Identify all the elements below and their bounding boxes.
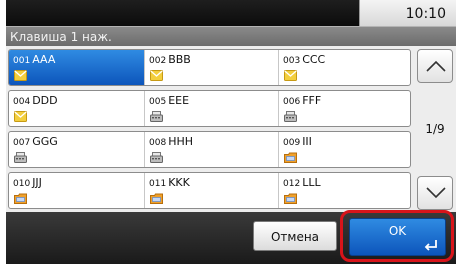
destination-name: CCC bbox=[302, 53, 326, 66]
page-title: Клавиша 1 наж. bbox=[10, 30, 112, 44]
destination-key[interactable]: 011 KKK bbox=[145, 173, 279, 208]
destination-number: 010 bbox=[13, 179, 31, 189]
chevron-down-icon bbox=[426, 187, 446, 199]
fax-icon bbox=[284, 111, 297, 122]
destination-label: 002 BBB bbox=[149, 53, 191, 66]
destination-label: 006 FFF bbox=[283, 94, 321, 107]
folder-icon bbox=[284, 152, 297, 163]
destination-key[interactable]: 009 III bbox=[279, 132, 410, 167]
destination-label: 001 AAA bbox=[13, 53, 55, 66]
destination-key[interactable]: 010 JJJ bbox=[9, 173, 145, 208]
destination-label: 003 CCC bbox=[283, 53, 325, 66]
destination-label: 009 III bbox=[283, 135, 312, 148]
title-bar: Клавиша 1 наж. bbox=[6, 26, 456, 47]
scroll-down-button[interactable] bbox=[417, 176, 453, 210]
ok-button[interactable]: OK bbox=[349, 218, 446, 256]
destination-name: KKK bbox=[168, 176, 190, 189]
destination-key[interactable]: 007 GGG bbox=[9, 132, 145, 167]
destination-label: 005 EEE bbox=[149, 94, 189, 107]
destination-number: 002 bbox=[149, 56, 167, 66]
scroll-up-button[interactable] bbox=[417, 49, 453, 83]
destination-key[interactable]: 001 AAA bbox=[9, 50, 145, 85]
destination-key[interactable]: 006 FFF bbox=[279, 91, 410, 126]
ok-label: OK bbox=[388, 224, 407, 238]
enter-icon bbox=[424, 240, 437, 251]
email-icon bbox=[150, 70, 163, 81]
destination-name: JJJ bbox=[32, 176, 42, 189]
destination-number: 012 bbox=[283, 179, 301, 189]
chevron-up-icon bbox=[426, 60, 446, 72]
destination-number: 005 bbox=[149, 97, 167, 107]
status-bar: 10:10 bbox=[6, 0, 456, 26]
cancel-button[interactable]: Отмена bbox=[253, 221, 337, 251]
destination-number: 001 bbox=[13, 56, 31, 66]
destination-key[interactable]: 002 BBB bbox=[145, 50, 279, 85]
destination-name: AAA bbox=[32, 53, 56, 66]
destination-name: III bbox=[302, 135, 312, 148]
destination-grid: 001 AAA 002 BBB 003 CCC 004 DDD 005 EEE 006 FF… bbox=[8, 49, 413, 213]
destination-number: 007 bbox=[13, 138, 31, 148]
destination-label: 012 LLL bbox=[283, 176, 321, 189]
table-row: 004 DDD 005 EEE 006 FFF bbox=[8, 90, 411, 127]
destination-label: 010 JJJ bbox=[13, 176, 42, 189]
destination-number: 009 bbox=[283, 138, 301, 148]
page-indicator: 1/9 bbox=[425, 122, 445, 136]
destination-number: 004 bbox=[13, 97, 31, 107]
folder-icon bbox=[284, 193, 297, 204]
destination-key[interactable]: 004 DDD bbox=[9, 91, 145, 126]
destination-key[interactable]: 008 HHH bbox=[145, 132, 279, 167]
folder-icon bbox=[150, 193, 163, 204]
destination-name: LLL bbox=[302, 176, 321, 189]
destination-number: 006 bbox=[283, 97, 301, 107]
destination-key[interactable]: 005 EEE bbox=[145, 91, 279, 126]
fax-icon bbox=[150, 152, 163, 163]
clock-time: 10:10 bbox=[405, 6, 446, 22]
destination-name: HHH bbox=[168, 135, 194, 148]
destination-number: 011 bbox=[149, 179, 167, 189]
table-row: 001 AAA 002 BBB 003 CCC bbox=[8, 49, 411, 86]
destination-key[interactable]: 003 CCC bbox=[279, 50, 410, 85]
destination-label: 004 DDD bbox=[13, 94, 58, 107]
clock-area: 10:10 bbox=[359, 0, 456, 26]
email-icon bbox=[14, 111, 27, 122]
destination-label: 007 GGG bbox=[13, 135, 58, 148]
table-row: 007 GGG 008 HHH 009 III bbox=[8, 131, 411, 168]
destination-label: 008 HHH bbox=[149, 135, 193, 148]
email-icon bbox=[14, 70, 27, 81]
folder-icon bbox=[14, 193, 27, 204]
destination-name: EEE bbox=[168, 94, 190, 107]
destination-name: BBB bbox=[168, 53, 191, 66]
destination-label: 011 KKK bbox=[149, 176, 190, 189]
pager: 1/9 bbox=[414, 49, 456, 211]
destination-number: 008 bbox=[149, 138, 167, 148]
fax-icon bbox=[14, 152, 27, 163]
destination-name: FFF bbox=[302, 94, 322, 107]
fax-icon bbox=[150, 111, 163, 122]
destination-name: GGG bbox=[32, 135, 58, 148]
destination-name: DDD bbox=[32, 94, 58, 107]
destination-key[interactable]: 012 LLL bbox=[279, 173, 410, 208]
destination-number: 003 bbox=[283, 56, 301, 66]
table-row: 010 JJJ 011 KKK 012 LLL bbox=[8, 172, 411, 209]
email-icon bbox=[284, 70, 297, 81]
